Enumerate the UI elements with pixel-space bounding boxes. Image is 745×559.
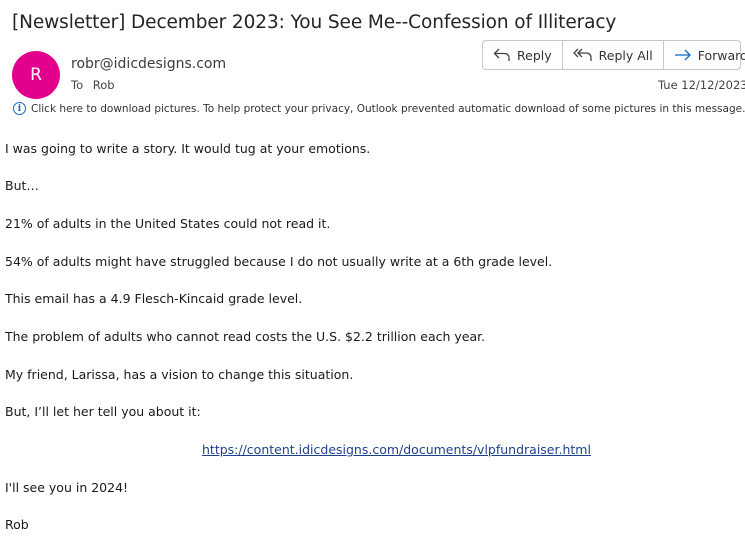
signature: Rob <box>5 517 29 532</box>
recipient-line: To Rob <box>71 78 115 92</box>
body-paragraph-8: But, I’ll let her tell you about it: <box>5 404 201 419</box>
body-paragraph-7: My friend, Larissa, has a vision to chan… <box>5 367 354 382</box>
reply-all-label: Reply All <box>598 47 653 63</box>
reply-all-icon <box>572 48 592 61</box>
reply-button[interactable]: Reply <box>483 41 563 69</box>
to-label: To <box>71 78 84 92</box>
info-icon: i <box>13 102 26 115</box>
reply-icon <box>493 48 510 61</box>
forward-icon <box>674 49 691 61</box>
sender-avatar[interactable]: R <box>12 51 60 99</box>
reply-label: Reply <box>517 47 552 63</box>
recipient-name[interactable]: Rob <box>93 78 115 92</box>
message-actions: Reply Reply All Forward <box>482 40 745 70</box>
body-paragraph-6: The problem of adults who cannot read co… <box>5 329 486 344</box>
body-paragraph-9: I'll see you in 2024! <box>5 480 129 495</box>
forward-label: Forward <box>697 47 745 63</box>
download-pictures-infobar[interactable]: i Click here to download pictures. To he… <box>13 102 745 115</box>
email-subject: [Newsletter] December 2023: You See Me--… <box>12 12 617 33</box>
sent-date: Tue 12/12/2023 8 <box>658 78 745 92</box>
forward-button[interactable]: Forward <box>664 41 745 69</box>
body-paragraph-1: I was going to write a story. It would t… <box>5 141 371 156</box>
reply-all-button[interactable]: Reply All <box>563 41 664 69</box>
fundraiser-link[interactable]: https://content.idicdesigns.com/document… <box>202 442 591 457</box>
body-paragraph-2: But… <box>5 178 39 193</box>
body-paragraph-4: 54% of adults might have struggled becau… <box>5 254 553 269</box>
body-paragraph-5: This email has a 4.9 Flesch-Kincaid grad… <box>5 291 303 306</box>
infobar-text: Click here to download pictures. To help… <box>31 102 745 115</box>
body-paragraph-3: 21% of adults in the United States could… <box>5 216 331 231</box>
sender-address[interactable]: robr@idicdesigns.com <box>71 56 226 72</box>
avatar-initial: R <box>30 65 42 85</box>
